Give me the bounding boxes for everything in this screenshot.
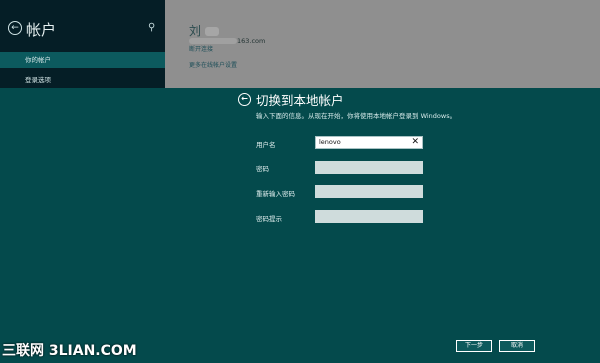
reenter-password-label: 重新输入密码 bbox=[256, 190, 295, 198]
next-button[interactable]: 下一步 bbox=[456, 340, 492, 352]
password-hint-label: 密码提示 bbox=[256, 215, 282, 223]
more-online-settings-link[interactable]: 更多在线帐户设置 bbox=[189, 60, 237, 69]
account-panel: 刘 163.com 断开连接 更多在线帐户设置 bbox=[165, 0, 600, 88]
sidebar: ← 帐户 ⚲ 你的帐户 登录选项 bbox=[0, 0, 165, 88]
sidebar-header: ← 帐户 ⚲ bbox=[0, 18, 165, 42]
back-arrow-icon[interactable]: ← bbox=[8, 21, 22, 35]
password-input[interactable] bbox=[315, 161, 423, 174]
back-arrow-icon[interactable]: ← bbox=[238, 93, 251, 106]
cancel-button[interactable]: 取消 bbox=[499, 340, 535, 352]
disconnect-link[interactable]: 断开连接 bbox=[189, 44, 213, 53]
watermark: 三联网 3LIAN.COM bbox=[2, 343, 137, 359]
account-name-text: 刘 bbox=[189, 24, 204, 38]
clear-icon[interactable]: ✕ bbox=[411, 137, 419, 148]
reenter-password-input[interactable] bbox=[315, 185, 423, 198]
sidebar-item-your-account[interactable]: 你的帐户 bbox=[0, 52, 165, 68]
redacted-name bbox=[205, 27, 220, 36]
sidebar-title: 帐户 bbox=[26, 21, 57, 39]
username-input[interactable]: lenovo ✕ bbox=[315, 136, 423, 149]
email-suffix: 163.com bbox=[237, 37, 266, 45]
username-value: lenovo bbox=[319, 138, 341, 146]
username-label: 用户名 bbox=[256, 141, 276, 149]
dialog-description: 输入下面的信息。从现在开始，你将使用本地帐户登录到 Windows。 bbox=[256, 112, 457, 120]
search-icon[interactable]: ⚲ bbox=[148, 22, 155, 33]
password-label: 密码 bbox=[256, 165, 269, 173]
dialog-title: 切换到本地帐户 bbox=[256, 93, 344, 108]
sidebar-item-sign-in-options[interactable]: 登录选项 bbox=[0, 72, 165, 88]
password-hint-input[interactable] bbox=[315, 210, 423, 223]
switch-local-account-dialog: ← 切换到本地帐户 输入下面的信息。从现在开始，你将使用本地帐户登录到 Wind… bbox=[0, 88, 600, 363]
